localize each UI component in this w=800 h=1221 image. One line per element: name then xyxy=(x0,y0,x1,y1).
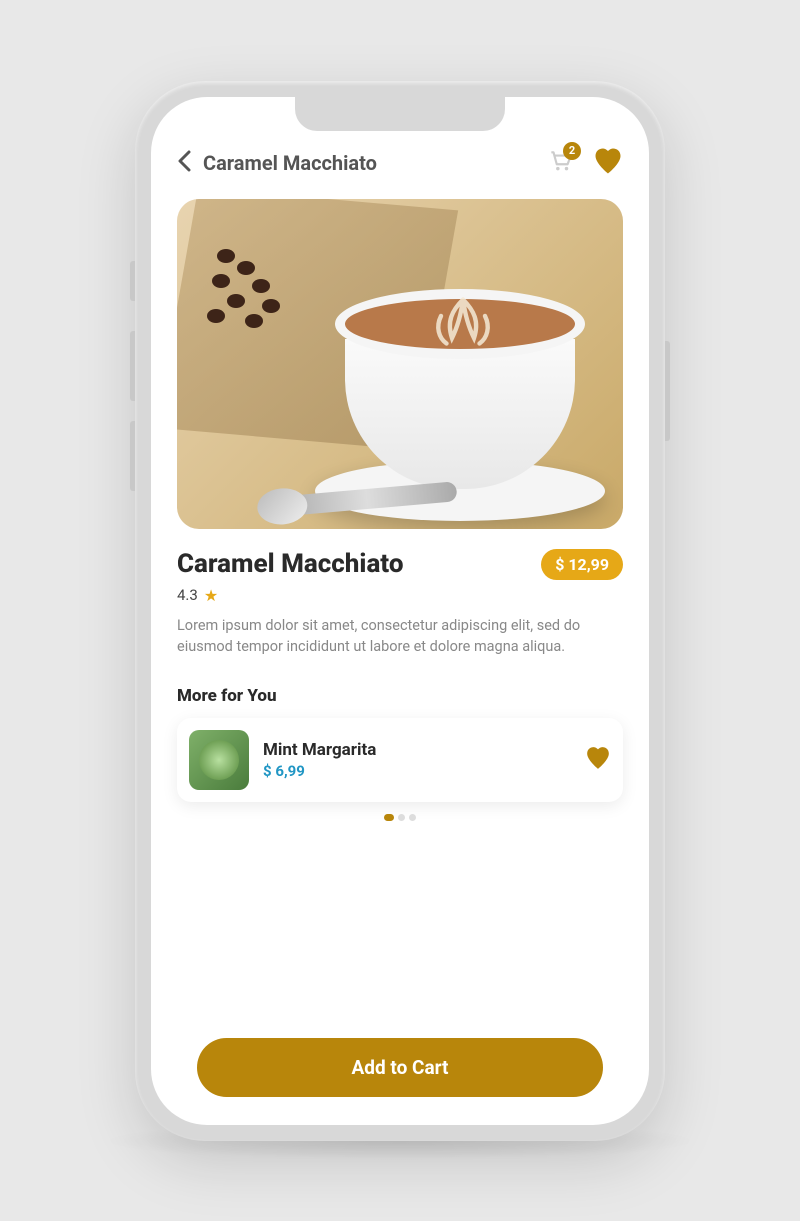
chevron-left-icon xyxy=(177,150,191,172)
recommendation-card[interactable]: Mint Margarita $ 6,99 xyxy=(177,718,623,802)
phone-screen: Caramel Macchiato 2 xyxy=(151,97,649,1125)
app-root: Caramel Macchiato 2 xyxy=(151,97,649,1125)
carousel-dot[interactable] xyxy=(398,814,405,821)
recommendation-price: $ 6,99 xyxy=(263,762,571,780)
more-section-title: More for You xyxy=(177,686,623,706)
phone-side-button xyxy=(130,421,135,491)
app-header: Caramel Macchiato 2 xyxy=(177,147,623,179)
heart-icon xyxy=(585,746,611,770)
latte-art-icon xyxy=(398,294,528,349)
carousel-dot-active[interactable] xyxy=(384,814,394,821)
cart-button[interactable]: 2 xyxy=(547,148,573,178)
rating-row: 4.3 ★ xyxy=(177,586,623,605)
recommendation-name: Mint Margarita xyxy=(263,740,571,760)
recommendation-thumbnail xyxy=(189,730,249,790)
phone-side-button xyxy=(130,261,135,301)
product-name: Caramel Macchiato xyxy=(177,549,403,579)
phone-side-button xyxy=(130,331,135,401)
phone-side-button xyxy=(665,341,670,441)
carousel-dots xyxy=(177,814,623,821)
heart-icon xyxy=(593,147,623,175)
phone-mockup-frame: Caramel Macchiato 2 xyxy=(135,81,665,1141)
product-title-row: Caramel Macchiato $ 12,99 xyxy=(177,549,623,580)
recommendation-info: Mint Margarita $ 6,99 xyxy=(263,740,571,780)
recommendation-favorite-button[interactable] xyxy=(585,746,611,774)
phone-notch xyxy=(295,97,505,131)
page-title: Caramel Macchiato xyxy=(203,151,535,175)
favorite-button[interactable] xyxy=(593,147,623,179)
cart-count-badge: 2 xyxy=(563,142,581,160)
star-icon: ★ xyxy=(204,586,218,605)
product-hero-image xyxy=(177,199,623,529)
coffee-beans-decoration xyxy=(207,249,327,339)
product-price-badge: $ 12,99 xyxy=(541,549,623,580)
back-button[interactable] xyxy=(177,150,191,176)
carousel-dot[interactable] xyxy=(409,814,416,821)
add-to-cart-button[interactable]: Add to Cart xyxy=(197,1038,603,1097)
rating-value: 4.3 xyxy=(177,586,198,604)
product-description: Lorem ipsum dolor sit amet, consectetur … xyxy=(177,615,623,659)
